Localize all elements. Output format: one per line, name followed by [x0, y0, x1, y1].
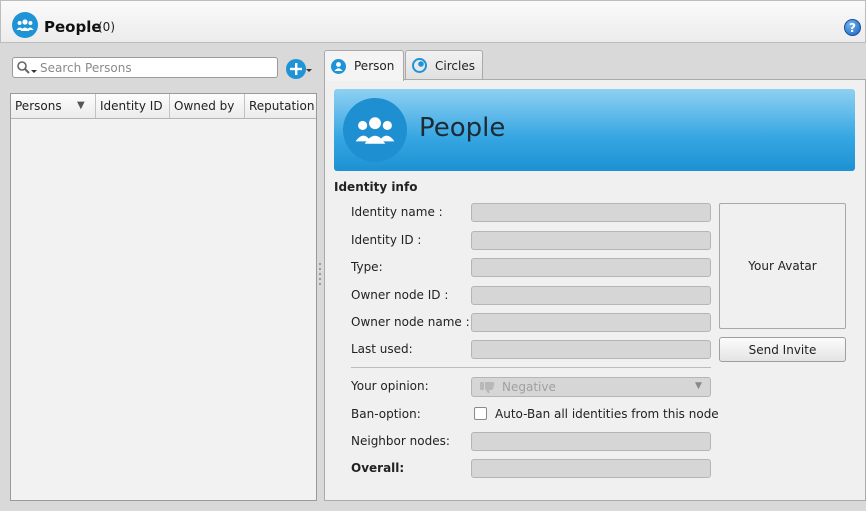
identity-info-heading: Identity info — [334, 180, 418, 194]
sort-down-icon[interactable]: ▼ — [77, 94, 85, 118]
identity-id-field — [471, 231, 711, 250]
circles-icon — [412, 58, 427, 73]
send-invite-button[interactable]: Send Invite — [719, 337, 846, 362]
identity-id-label: Identity ID : — [351, 233, 422, 247]
tab-person-label: Person — [354, 59, 395, 73]
search-icon[interactable] — [16, 60, 38, 76]
search-input[interactable] — [40, 59, 275, 76]
auto-ban-checkbox-label[interactable]: Auto-Ban all identities from this node — [495, 407, 719, 421]
person-icon — [331, 58, 346, 74]
thumbs-down-icon — [480, 382, 495, 393]
table-header: Persons ▼ Identity ID Owned by Reputatio… — [11, 94, 316, 119]
tab-circles[interactable]: Circles — [405, 50, 483, 80]
type-field — [471, 258, 711, 277]
splitter-handle[interactable] — [318, 262, 322, 288]
tab-person[interactable]: Person — [324, 50, 404, 81]
person-count: (0) — [98, 20, 115, 34]
neighbor-nodes-label: Neighbor nodes: — [351, 434, 450, 448]
type-label: Type: — [351, 260, 383, 274]
owner-node-id-label: Owner node ID : — [351, 288, 449, 302]
auto-ban-checkbox[interactable] — [474, 407, 487, 420]
last-used-label: Last used: — [351, 342, 413, 356]
owner-node-id-field — [471, 286, 711, 305]
title-bar: People (0) ? — [0, 0, 866, 43]
column-owned-by[interactable]: Owned by — [170, 94, 245, 118]
banner-title: People — [419, 113, 506, 143]
opinion-select[interactable]: Negative ▼ — [471, 377, 711, 397]
people-icon — [12, 12, 38, 38]
overall-label: Overall: — [351, 461, 405, 475]
neighbor-nodes-field — [471, 432, 711, 451]
help-glyph: ? — [849, 20, 856, 35]
avatar[interactable]: Your Avatar — [719, 203, 846, 329]
add-person-button[interactable] — [285, 57, 313, 81]
owner-node-name-field — [471, 313, 711, 332]
page-title: People — [44, 18, 102, 36]
ban-option-label: Ban-option: — [351, 407, 421, 421]
overall-field — [471, 459, 711, 478]
identity-name-label: Identity name : — [351, 205, 443, 219]
chevron-down-icon[interactable]: ▼ — [695, 381, 702, 391]
form-divider — [351, 367, 711, 368]
people-icon — [343, 98, 407, 162]
column-identity-id[interactable]: Identity ID — [96, 94, 170, 118]
search-box[interactable] — [12, 57, 278, 78]
opinion-selected: Negative — [502, 380, 556, 394]
owner-node-name-label: Owner node name : — [351, 315, 470, 329]
help-icon[interactable]: ? — [844, 19, 861, 36]
people-banner: People — [334, 89, 855, 171]
identity-name-field — [471, 203, 711, 222]
last-used-field — [471, 340, 711, 359]
tab-circles-label: Circles — [435, 58, 475, 73]
persons-table[interactable]: Persons ▼ Identity ID Owned by Reputatio… — [10, 93, 317, 501]
your-opinion-label: Your opinion: — [351, 379, 429, 393]
avatar-label: Your Avatar — [748, 259, 817, 273]
column-reputation[interactable]: Reputation — [245, 94, 316, 118]
